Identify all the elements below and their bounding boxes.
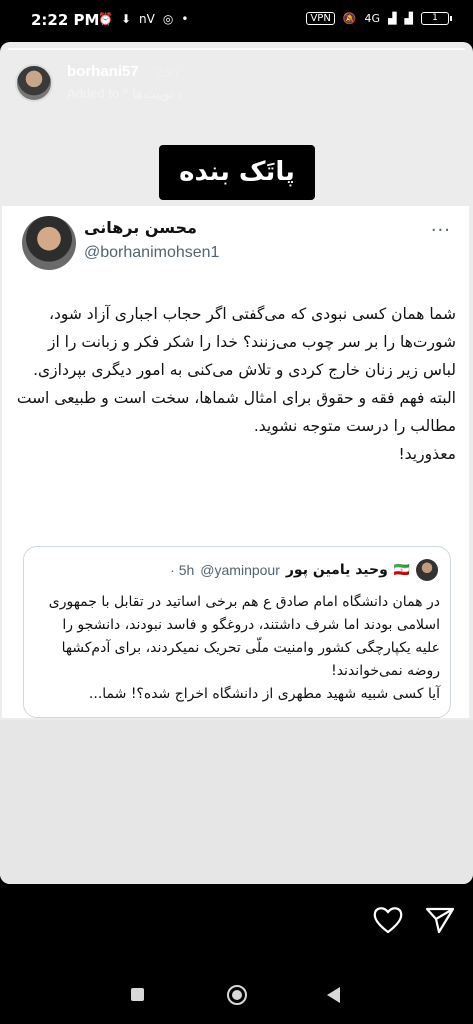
tweet-display-name: محسن برهانی	[84, 218, 197, 237]
vpn-badge: VPN	[306, 12, 335, 25]
network-label: 4G	[364, 12, 381, 25]
quoted-tweet-avatar	[416, 559, 438, 581]
alarm-icon: ⏰	[98, 12, 113, 26]
quoted-tweet-body: در همان دانشگاه امام صادق ع هم برخی اسات…	[48, 594, 440, 702]
recents-icon[interactable]	[131, 988, 144, 1001]
tweet-avatar	[22, 216, 76, 270]
story-highlight-link[interactable]: Added to ^ توییت‌ها ›	[67, 86, 183, 102]
download-icon: ⬇	[120, 12, 132, 26]
signal-icon-2: ▟	[404, 12, 413, 25]
mute-icon: 🔕	[342, 12, 357, 25]
added-to-label: Added to ^ توییت‌ها	[67, 86, 174, 101]
tweet-body: شما همان کسی نبودی که می‌گفتی اگر حجاب ا…	[16, 305, 456, 463]
back-icon[interactable]	[327, 987, 340, 1003]
status-icons-left: ⏰ ⬇ nV ◎ •	[98, 12, 188, 26]
story-username[interactable]: borhani57	[67, 63, 139, 80]
story-sticker-text: پاتَک بنده	[159, 145, 315, 200]
quoted-tweet-header: · 5h @yaminpour وحید یامین پور 🇮🇷	[170, 559, 438, 581]
signal-icon: ▟	[388, 12, 397, 25]
story-viewer[interactable]: borhani57 23h Added to ^ توییت‌ها › پاتَ…	[0, 42, 473, 884]
more-options-icon: ···	[430, 220, 451, 241]
quoted-tweet: · 5h @yaminpour وحید یامین پور 🇮🇷 در هما…	[23, 546, 451, 718]
story-background	[0, 720, 473, 884]
home-icon[interactable]	[227, 985, 247, 1005]
nv-label: nV	[139, 12, 155, 26]
status-bar: 2:22 PM ⏰ ⬇ nV ◎ • VPN 🔕 4G ▟ ▟ 1	[0, 0, 473, 42]
quoted-tweet-time: · 5h	[170, 562, 195, 578]
instagram-icon: ◎	[162, 12, 174, 26]
tweet-card: محسن برهانی @borhanimohsen1 ··· شما همان…	[2, 206, 469, 718]
send-icon[interactable]	[425, 906, 455, 934]
status-time: 2:22 PM	[31, 11, 100, 29]
story-header: borhani57 23h Added to ^ توییت‌ها ›	[15, 60, 455, 108]
iran-flag-icon: 🇮🇷	[393, 562, 410, 577]
dot-icon: •	[181, 12, 189, 26]
quoted-tweet-name: وحید یامین پور	[285, 562, 388, 578]
story-avatar[interactable]	[15, 64, 53, 102]
tweet-handle: @borhanimohsen1	[84, 244, 220, 261]
story-progress-bar	[8, 48, 465, 50]
status-icons-right: VPN 🔕 4G ▟ ▟ 1	[306, 12, 452, 25]
heart-icon[interactable]	[373, 906, 403, 934]
story-time: 23h	[155, 64, 179, 80]
battery-icon: 1	[421, 12, 452, 25]
quoted-tweet-handle: @yaminpour	[200, 562, 280, 578]
chevron-right-icon: ›	[177, 86, 183, 102]
